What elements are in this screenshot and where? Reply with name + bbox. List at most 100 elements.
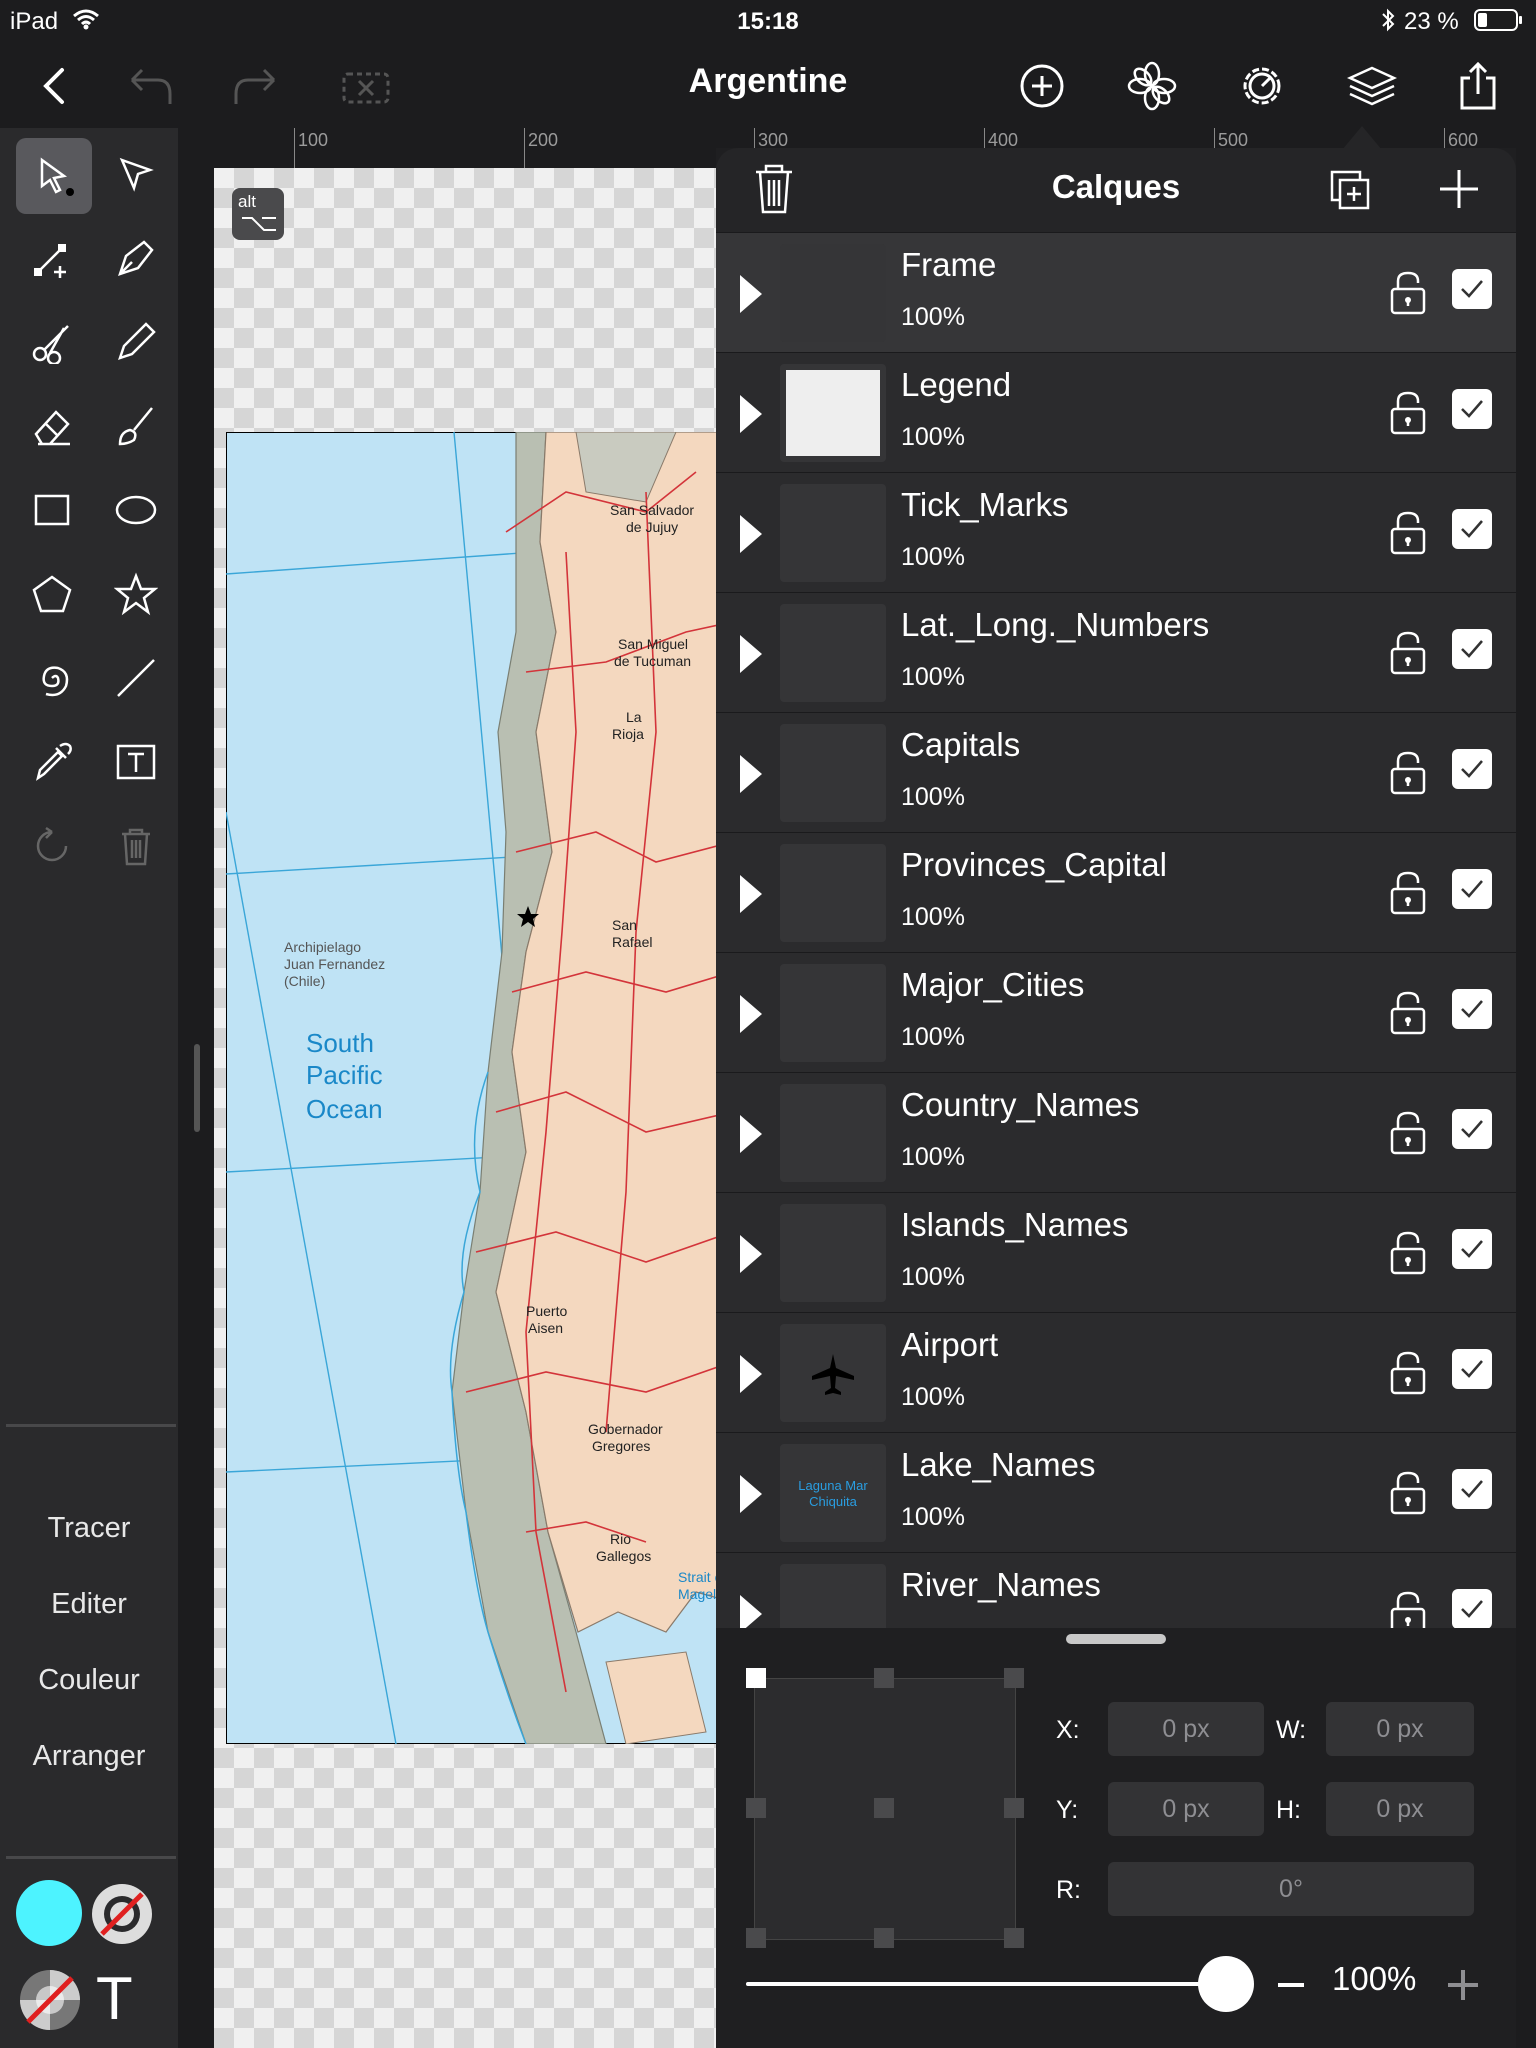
anchor-point[interactable] (874, 1928, 894, 1948)
layer-visibility-checkbox[interactable] (1452, 509, 1492, 549)
sidebar-resize-handle[interactable] (194, 1044, 200, 1132)
expand-triangle-icon[interactable] (736, 513, 764, 555)
anchor-point[interactable] (1004, 1668, 1024, 1688)
layer-visibility-checkbox[interactable] (1452, 1349, 1492, 1389)
gradient-swatch-icon[interactable] (16, 1966, 84, 2034)
layer-visibility-checkbox[interactable] (1452, 1469, 1492, 1509)
opacity-slider-knob[interactable] (1198, 1956, 1254, 2012)
unlock-icon[interactable] (1388, 629, 1428, 675)
expand-triangle-icon[interactable] (736, 1113, 764, 1155)
x-field[interactable]: 0 px (1108, 1702, 1264, 1756)
layers-icon[interactable] (1346, 60, 1398, 112)
expand-triangle-icon[interactable] (736, 273, 764, 315)
polygon-tool[interactable] (16, 558, 88, 630)
unlock-icon[interactable] (1388, 509, 1428, 555)
line-tool[interactable] (100, 642, 172, 714)
fill-color-swatch[interactable] (16, 1880, 82, 1946)
layer-visibility-checkbox[interactable] (1452, 1109, 1492, 1149)
anchor-point[interactable] (874, 1668, 894, 1688)
expand-triangle-icon[interactable] (736, 753, 764, 795)
map-artboard[interactable]: Archipielago Juan Fernandez (Chile) Sout… (226, 432, 732, 1744)
unlock-icon[interactable] (1388, 1229, 1428, 1275)
layer-row[interactable]: Major_Cities 100% (716, 952, 1516, 1072)
y-field[interactable]: 0 px (1108, 1782, 1264, 1836)
unlock-icon[interactable] (1388, 1109, 1428, 1155)
layer-row[interactable]: Legend 100% (716, 352, 1516, 472)
stroke-color-swatch-icon[interactable] (88, 1880, 156, 1948)
settings-gear-icon[interactable] (1236, 60, 1288, 112)
expand-triangle-icon[interactable] (736, 393, 764, 435)
plus-icon[interactable] (1444, 1966, 1482, 2004)
rotate-tool[interactable] (16, 810, 88, 882)
expand-triangle-icon[interactable] (736, 633, 764, 675)
unlock-icon[interactable] (1388, 1349, 1428, 1395)
layer-visibility-checkbox[interactable] (1452, 1589, 1492, 1628)
pencil-tool[interactable] (100, 306, 172, 378)
rectangle-tool[interactable] (16, 474, 88, 546)
menu-editer[interactable]: Editer (0, 1588, 178, 1621)
layer-row[interactable]: Airport 100% (716, 1312, 1516, 1432)
symbols-flower-icon[interactable] (1126, 60, 1178, 112)
alt-modifier-button[interactable]: alt (232, 188, 284, 240)
layer-row[interactable]: Lat._Long._Numbers 100% (716, 592, 1516, 712)
rotation-field[interactable]: 0° (1108, 1862, 1474, 1916)
layer-visibility-checkbox[interactable] (1452, 1229, 1492, 1269)
menu-couleur[interactable]: Couleur (0, 1664, 178, 1697)
layer-row[interactable]: Country_Names 100% (716, 1072, 1516, 1192)
expand-triangle-icon[interactable] (736, 1233, 764, 1275)
w-field[interactable]: 0 px (1326, 1702, 1474, 1756)
h-field[interactable]: 0 px (1326, 1782, 1474, 1836)
unlock-icon[interactable] (1388, 749, 1428, 795)
anchor-point[interactable] (874, 1798, 894, 1818)
layer-visibility-checkbox[interactable] (1452, 989, 1492, 1029)
share-icon[interactable] (1452, 60, 1504, 112)
layer-row[interactable]: Tick_Marks 100% (716, 472, 1516, 592)
direct-select-tool[interactable] (100, 140, 172, 212)
menu-arranger[interactable]: Arranger (0, 1740, 178, 1773)
anchor-point[interactable] (1004, 1798, 1024, 1818)
layer-row[interactable]: River_Names (716, 1552, 1516, 1628)
select-tool[interactable] (16, 138, 92, 214)
opacity-slider-track[interactable] (746, 1956, 1254, 2012)
unlock-icon[interactable] (1388, 1469, 1428, 1515)
node-add-tool[interactable] (16, 222, 88, 294)
add-layer-icon[interactable] (1436, 166, 1482, 212)
layer-visibility-checkbox[interactable] (1452, 629, 1492, 669)
expand-triangle-icon[interactable] (736, 1593, 764, 1628)
expand-triangle-icon[interactable] (736, 1473, 764, 1515)
layer-row[interactable]: Capitals 100% (716, 712, 1516, 832)
unlock-icon[interactable] (1388, 389, 1428, 435)
spiral-tool[interactable] (16, 642, 88, 714)
eraser-tool[interactable] (16, 390, 88, 462)
layer-visibility-checkbox[interactable] (1452, 869, 1492, 909)
brush-tool[interactable] (100, 390, 172, 462)
expand-triangle-icon[interactable] (736, 1353, 764, 1395)
expand-triangle-icon[interactable] (736, 873, 764, 915)
expand-triangle-icon[interactable] (736, 993, 764, 1035)
unlock-icon[interactable] (1388, 989, 1428, 1035)
text-style-button[interactable]: T (96, 1964, 133, 2033)
panel-grabber[interactable] (1066, 1634, 1166, 1644)
add-circle-icon[interactable] (1016, 60, 1068, 112)
layer-visibility-checkbox[interactable] (1452, 269, 1492, 309)
anchor-point[interactable] (746, 1798, 766, 1818)
anchor-point-selected[interactable] (746, 1668, 766, 1688)
duplicate-layer-icon[interactable] (1328, 168, 1372, 212)
unlock-icon[interactable] (1388, 269, 1428, 315)
layer-row[interactable]: Islands_Names 100% (716, 1192, 1516, 1312)
layer-visibility-checkbox[interactable] (1452, 749, 1492, 789)
unlock-icon[interactable] (1388, 869, 1428, 915)
delete-tool[interactable] (100, 810, 172, 882)
pen-tool[interactable] (100, 222, 172, 294)
anchor-point[interactable] (1004, 1928, 1024, 1948)
anchor-point[interactable] (746, 1928, 766, 1948)
eyedropper-tool[interactable] (16, 726, 88, 798)
layer-visibility-checkbox[interactable] (1452, 389, 1492, 429)
star-tool[interactable] (100, 558, 172, 630)
layer-row[interactable]: Provinces_Capital 100% (716, 832, 1516, 952)
layer-row[interactable]: Frame 100% (716, 232, 1516, 352)
menu-tracer[interactable]: Tracer (0, 1512, 178, 1545)
unlock-icon[interactable] (1388, 1589, 1428, 1628)
minus-icon[interactable] (1274, 1968, 1308, 2002)
ellipse-tool[interactable] (100, 474, 172, 546)
